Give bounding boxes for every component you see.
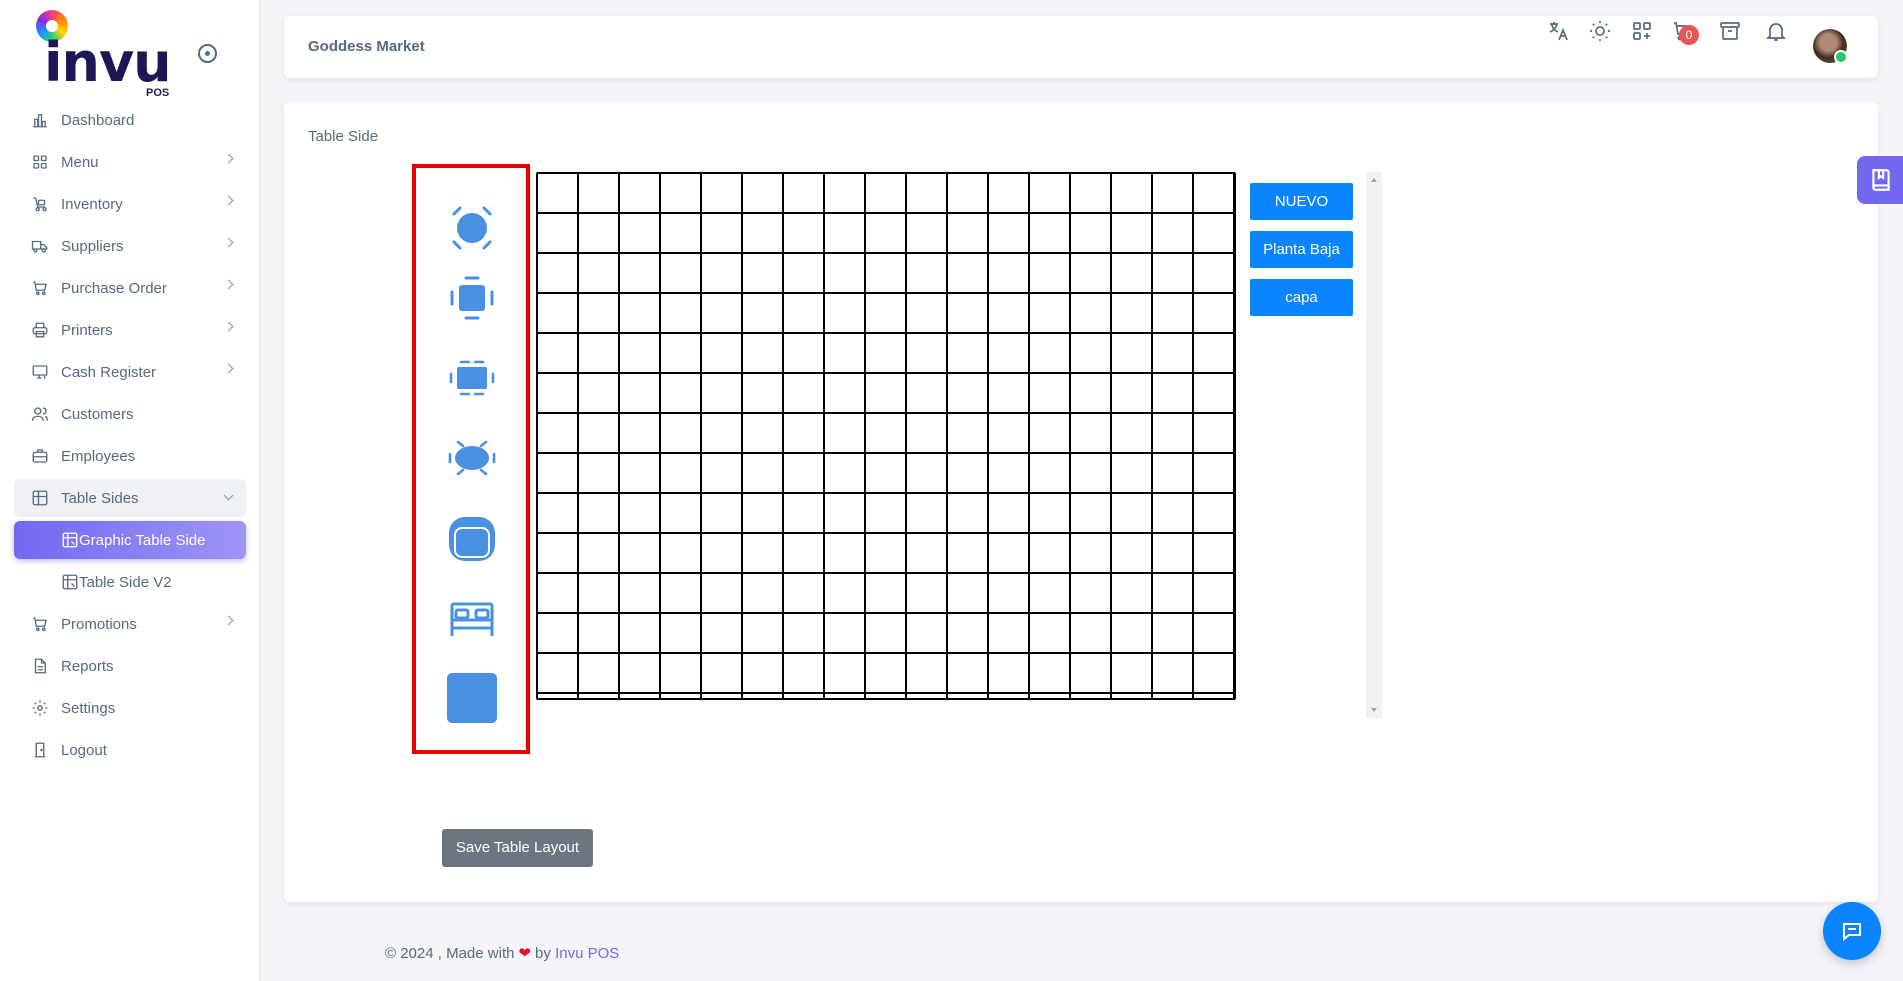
printer-icon: [31, 321, 49, 339]
table-layout-icon: [61, 531, 79, 549]
cart-count-badge: 0: [1679, 25, 1699, 45]
sidebar-item-label: Logout: [61, 741, 107, 759]
square-table-4-chairs-icon[interactable]: [446, 272, 498, 324]
layer-scrollbar[interactable]: [1366, 172, 1382, 718]
sidebar-item-employees[interactable]: Employees: [14, 437, 246, 475]
table-side-card: Table Side NUEVO Planta Baja capa Save T…: [284, 102, 1878, 902]
sidebar-item-label: Menu: [61, 153, 99, 171]
chat-icon: [1843, 923, 1861, 942]
chevron-right-icon: [223, 153, 234, 164]
save-table-layout-button[interactable]: Save Table Layout: [442, 829, 593, 867]
oval-table-6-chairs-icon[interactable]: [446, 432, 498, 484]
truck-icon: [31, 237, 49, 255]
bell-icon[interactable]: [1764, 19, 1788, 43]
sidebar-item-label: Inventory: [61, 195, 123, 213]
bed-icon[interactable]: [446, 592, 498, 644]
scroll-up-arrow-icon[interactable]: [1371, 178, 1377, 182]
sidebar-item-table-sides[interactable]: Table Sides: [14, 479, 246, 517]
layer-list: NUEVO Planta Baja capa: [1250, 172, 1374, 718]
sidebar-item-reports[interactable]: Reports: [14, 647, 246, 685]
table-layout-grid[interactable]: [536, 172, 1236, 700]
chevron-right-icon: [223, 237, 234, 248]
avatar[interactable]: [1813, 29, 1848, 64]
sidebar-item-label: Cash Register: [61, 363, 157, 381]
brand-sub: POS: [146, 87, 170, 99]
archive-icon[interactable]: [1718, 19, 1742, 43]
furniture-palette: [412, 164, 530, 754]
scroll-down-arrow-icon[interactable]: [1371, 708, 1377, 712]
sidebar-item-label: Employees: [61, 447, 136, 465]
translate-icon[interactable]: [1546, 19, 1570, 43]
chevron-down-icon: [223, 490, 234, 501]
sidebar-item-inventory[interactable]: Inventory: [14, 185, 246, 223]
armchair-icon[interactable]: [446, 512, 498, 564]
round-table-4-chairs-icon[interactable]: [446, 202, 498, 254]
sidebar-subitem-graphic-table-side[interactable]: Graphic Table Side: [14, 521, 246, 559]
rect-table-6-chairs-icon[interactable]: [446, 352, 498, 404]
heart-icon: ❤: [518, 945, 532, 962]
sidebar-item-settings[interactable]: Settings: [14, 689, 246, 727]
table-icon: [31, 489, 49, 507]
sidebar-item-label: Settings: [61, 699, 116, 717]
cart-icon: [31, 615, 49, 633]
sidebar-item-label: Reports: [61, 657, 114, 675]
apps-add-icon[interactable]: [1630, 19, 1654, 43]
sidebar-item-label: Suppliers: [61, 237, 124, 255]
sidebar-item-customers[interactable]: Customers: [14, 395, 246, 433]
page-title: Table Side: [308, 128, 379, 145]
chevron-right-icon: [223, 363, 234, 374]
grid-icon: [31, 153, 49, 171]
sidebar-item-cash-register[interactable]: Cash Register: [14, 353, 246, 391]
footer-link[interactable]: Invu POS: [555, 945, 619, 962]
layer-button-capa[interactable]: capa: [1250, 279, 1353, 316]
sidebar-item-suppliers[interactable]: Suppliers: [14, 227, 246, 265]
sidebar-item-promotions[interactable]: Promotions: [14, 605, 246, 643]
sidebar-item-dashboard[interactable]: Dashboard: [14, 101, 246, 139]
sidebar-subitem-table-side-v2[interactable]: Table Side V2: [14, 563, 246, 601]
door-icon: [31, 741, 49, 759]
chat-button[interactable]: [1823, 902, 1881, 960]
sidebar-item-label: Dashboard: [61, 111, 135, 129]
table-layout-icon: [61, 573, 79, 591]
brand-logo[interactable]: invu POS: [34, 8, 184, 102]
chart-bar-icon: [31, 111, 49, 129]
square-block-icon[interactable]: [446, 672, 498, 724]
layer-button-nuevo[interactable]: NUEVO: [1250, 183, 1353, 220]
sidebar-menu: Dashboard Menu Inventory Suppliers Purch…: [14, 101, 246, 773]
sidebar-item-label: Promotions: [61, 615, 137, 633]
sidebar-item-label: Table Sides: [61, 489, 139, 507]
footer-by: by: [535, 945, 551, 962]
sidebar-subitem-label: Table Side V2: [79, 573, 172, 591]
brand-name: invu: [44, 31, 172, 94]
gear-icon: [31, 699, 49, 717]
register-icon: [31, 363, 49, 381]
sidebar-item-logout[interactable]: Logout: [14, 731, 246, 769]
store-name: Goddess Market: [308, 38, 425, 55]
sun-icon[interactable]: [1588, 19, 1612, 43]
sidebar-item-label: Purchase Order: [61, 279, 167, 297]
book-icon: [1872, 169, 1890, 191]
sidebar-item-label: Customers: [61, 405, 134, 423]
sidebar-item-label: Printers: [61, 321, 113, 339]
footer-text: © 2024 , Made with: [385, 945, 515, 962]
users-icon: [31, 405, 49, 423]
chevron-right-icon: [223, 321, 234, 332]
file-icon: [31, 657, 49, 675]
cart-icon: [31, 279, 49, 297]
chevron-right-icon: [223, 279, 234, 290]
sidebar-item-printers[interactable]: Printers: [14, 311, 246, 349]
chevron-right-icon: [223, 195, 234, 206]
sidebar-item-purchase-order[interactable]: Purchase Order: [14, 269, 246, 307]
sidebar: invu POS Dashboard Menu Inventory Suppli…: [0, 0, 260, 981]
sidebar-subitem-label: Graphic Table Side: [79, 531, 206, 549]
cart-dolly-icon: [31, 195, 49, 213]
layer-button-planta-baja[interactable]: Planta Baja: [1250, 231, 1353, 268]
briefcase-icon: [31, 447, 49, 465]
docs-tab[interactable]: [1857, 156, 1903, 204]
footer: © 2024 , Made with ❤ by Invu POS: [385, 944, 619, 962]
chevron-right-icon: [223, 615, 234, 626]
sidebar-item-menu[interactable]: Menu: [14, 143, 246, 181]
sidebar-collapse-icon[interactable]: [198, 44, 217, 63]
